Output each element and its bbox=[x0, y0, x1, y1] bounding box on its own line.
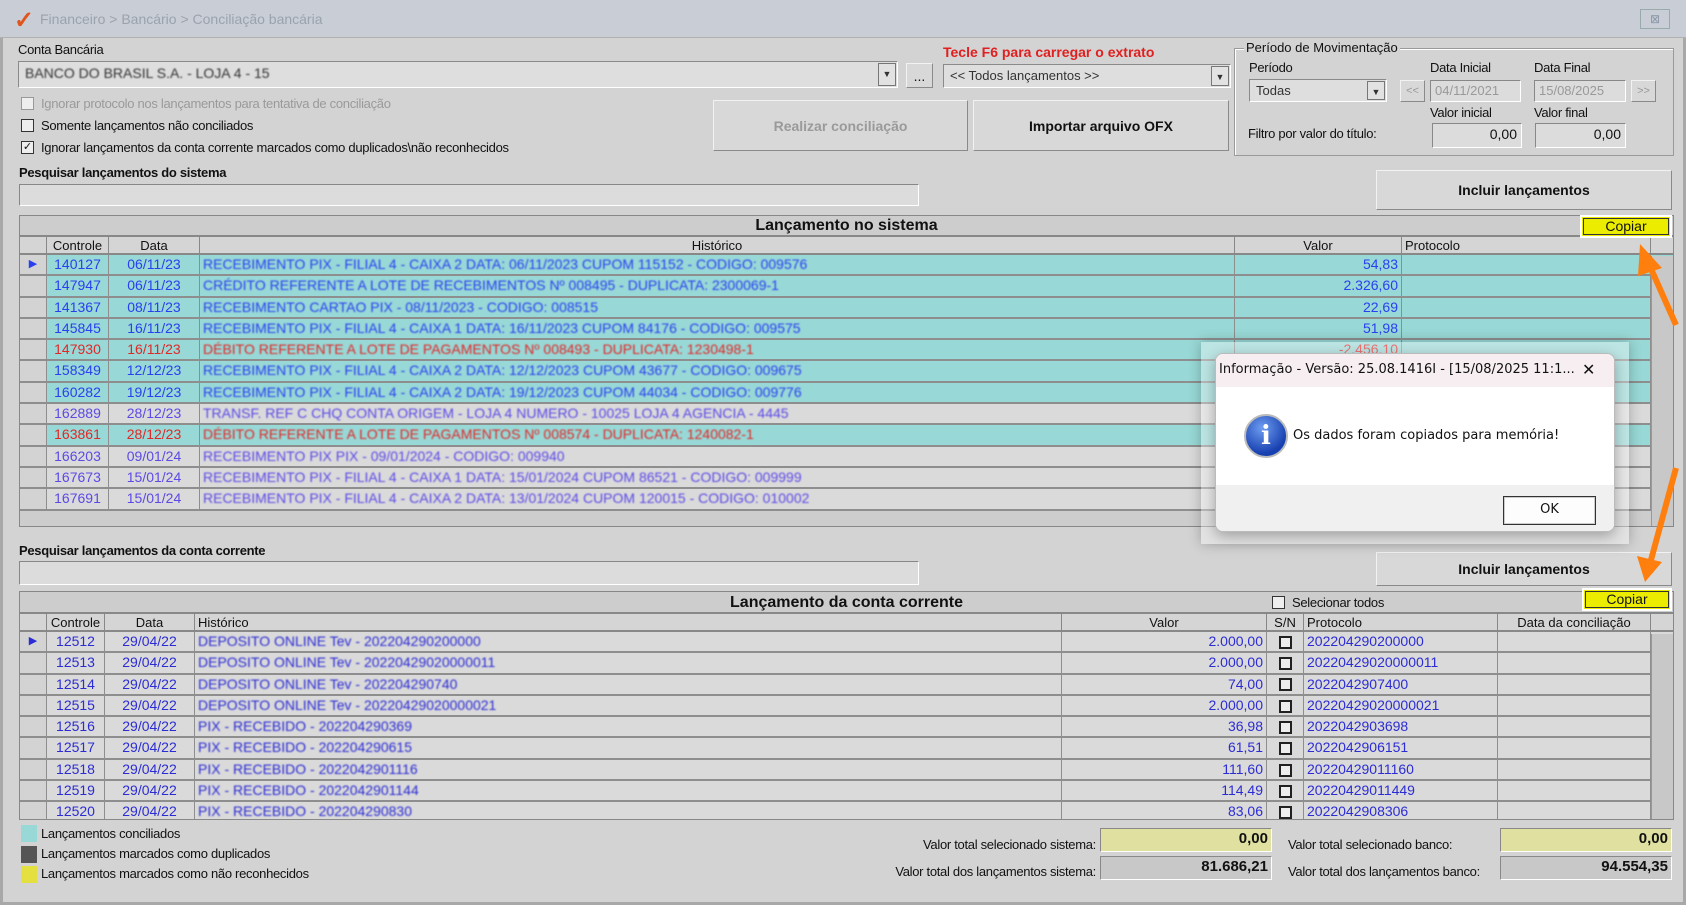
arrow-up-icon bbox=[1638, 244, 1679, 327]
arrow-down-icon bbox=[1637, 467, 1679, 582]
annotation-arrows bbox=[1637, 244, 1679, 582]
